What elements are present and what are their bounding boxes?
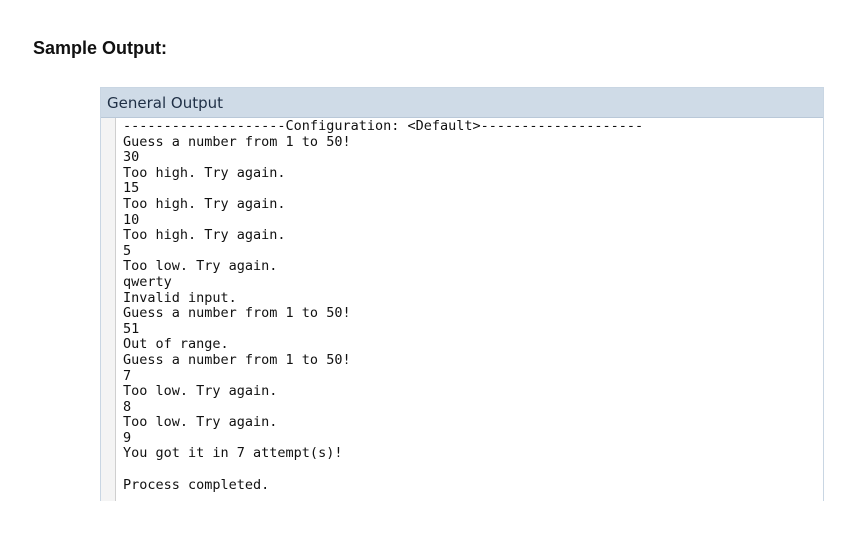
console-line-config: --------------------Configuration: <Defa… bbox=[123, 119, 644, 134]
console-line: 30 bbox=[123, 149, 140, 166]
console-line: 10 bbox=[123, 211, 140, 228]
console-line: 5 bbox=[123, 242, 132, 259]
output-gutter bbox=[101, 118, 116, 501]
console-line: Too low. Try again. bbox=[123, 383, 278, 400]
console-line: Process completed. bbox=[123, 476, 270, 493]
console-line: 8 bbox=[123, 398, 132, 415]
console-line: 51 bbox=[123, 320, 140, 337]
console-line: Too high. Try again. bbox=[123, 195, 286, 212]
console-line: Too high. Try again. bbox=[123, 164, 286, 181]
console-line: qwerty bbox=[123, 273, 172, 290]
console-line: Out of range. bbox=[123, 336, 229, 353]
console-line: 9 bbox=[123, 429, 132, 446]
panel-title: General Output bbox=[101, 88, 823, 118]
console-line: 15 bbox=[123, 180, 140, 197]
console-line: Too high. Try again. bbox=[123, 227, 286, 244]
console-line: Invalid input. bbox=[123, 289, 237, 306]
console-line: 7 bbox=[123, 367, 132, 384]
general-output-panel: General Output --------------------Confi… bbox=[100, 87, 824, 501]
console-line: Guess a number from 1 to 50! bbox=[123, 351, 351, 368]
console-line: Guess a number from 1 to 50! bbox=[123, 133, 351, 150]
page-heading: Sample Output: bbox=[33, 38, 167, 58]
console-line: Guess a number from 1 to 50! bbox=[123, 305, 351, 322]
console-output: --------------------Configuration: <Defa… bbox=[123, 119, 815, 493]
console-line: Too low. Try again. bbox=[123, 414, 278, 431]
console-line: You got it in 7 attempt(s)! bbox=[123, 445, 343, 462]
console-line-blank bbox=[123, 462, 815, 478]
console-line: Too low. Try again. bbox=[123, 258, 278, 275]
